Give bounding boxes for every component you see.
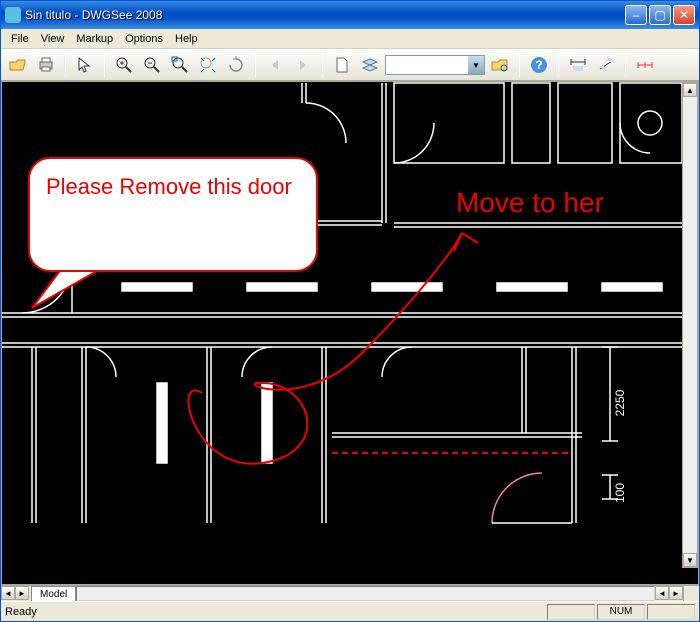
dim-continue-button[interactable]	[632, 52, 658, 78]
text-markup[interactable]: Move to her	[456, 187, 604, 219]
drawing-canvas[interactable]: 2250 100 Please Remove this door Move to…	[1, 81, 699, 585]
zoom-extents-icon	[199, 56, 217, 74]
arrow-right-icon	[294, 56, 312, 74]
browse-button[interactable]	[487, 52, 513, 78]
back-button[interactable]	[262, 52, 288, 78]
tab-model-label: Model	[40, 589, 67, 600]
toolbar-separator	[322, 53, 323, 77]
zoom-out-button[interactable]	[139, 52, 165, 78]
folder-open-icon	[9, 56, 27, 74]
zoom-window-button[interactable]	[167, 52, 193, 78]
layer-combo[interactable]: ▼	[385, 55, 485, 75]
dimension-aligned-icon	[597, 56, 615, 74]
open-button[interactable]	[5, 52, 31, 78]
select-button[interactable]	[72, 52, 98, 78]
toolbar-separator	[255, 53, 256, 77]
title-bar: Sin titulo - DWGSee 2008 – ▢ ✕	[1, 1, 699, 29]
dimension-continue-icon	[636, 56, 654, 74]
help-icon: ?	[530, 56, 548, 74]
printer-icon	[37, 56, 55, 74]
folder-search-icon	[491, 56, 509, 74]
chevron-down-icon: ▼	[468, 56, 484, 74]
toolbar-separator	[558, 53, 559, 77]
toolbar-separator	[625, 53, 626, 77]
menu-help[interactable]: Help	[169, 31, 204, 47]
status-num-lock: NUM	[597, 604, 645, 620]
tab-scroll-row: ◄ ► Model ◄ ►	[1, 585, 699, 601]
scroll-left-button[interactable]: ◄	[655, 586, 669, 600]
menu-file-label: File	[11, 33, 29, 45]
toolbar-separator	[65, 53, 66, 77]
rotate-icon	[227, 56, 245, 74]
speech-bubble-text: Please Remove this door	[46, 174, 292, 199]
close-button[interactable]: ✕	[673, 5, 695, 25]
dim-aligned-button[interactable]	[593, 52, 619, 78]
menu-view[interactable]: View	[35, 31, 71, 47]
scroll-down-button[interactable]: ▼	[683, 553, 697, 567]
zoom-out-icon	[143, 56, 161, 74]
scroll-track[interactable]	[683, 97, 697, 553]
scroll-right-button[interactable]: ►	[669, 586, 683, 600]
zoom-in-icon	[115, 56, 133, 74]
scroll-corner	[683, 586, 699, 601]
scroll-up-button[interactable]: ▲	[683, 83, 697, 97]
app-icon	[5, 7, 21, 23]
menu-options[interactable]: Options	[119, 31, 169, 47]
tab-scroll-right[interactable]: ►	[15, 586, 29, 600]
speech-bubble-markup[interactable]: Please Remove this door	[28, 157, 318, 272]
menu-options-label: Options	[125, 33, 163, 45]
arrow-left-icon	[266, 56, 284, 74]
vertical-scrollbar[interactable]: ▲ ▼	[682, 82, 698, 568]
dim-linear-button[interactable]	[565, 52, 591, 78]
status-bar: Ready NUM	[1, 601, 699, 621]
status-text: Ready	[5, 606, 545, 618]
layers-button[interactable]	[357, 52, 383, 78]
dimension-value: 2250	[613, 389, 627, 416]
zoom-window-icon	[171, 56, 189, 74]
menu-file[interactable]: File	[5, 31, 35, 47]
svg-text:?: ?	[535, 58, 542, 72]
status-box-empty	[647, 604, 695, 620]
tab-scroll-left[interactable]: ◄	[1, 586, 15, 600]
h-scroll-track[interactable]	[76, 586, 655, 601]
toolbar: ▼ ?	[1, 49, 699, 81]
cursor-icon	[76, 56, 94, 74]
rotate-button[interactable]	[223, 52, 249, 78]
menu-markup-label: Markup	[76, 33, 113, 45]
status-box-empty	[547, 604, 595, 620]
menu-markup[interactable]: Markup	[70, 31, 119, 47]
dimension-value: 100	[613, 483, 627, 503]
layers-icon	[361, 56, 379, 74]
menu-view-label: View	[41, 33, 65, 45]
menu-bar: File View Markup Options Help	[1, 29, 699, 49]
zoom-extents-button[interactable]	[195, 52, 221, 78]
print-button[interactable]	[33, 52, 59, 78]
document-button[interactable]	[329, 52, 355, 78]
toolbar-separator	[104, 53, 105, 77]
tab-model[interactable]: Model	[31, 586, 76, 602]
toolbar-separator	[519, 53, 520, 77]
maximize-button[interactable]: ▢	[649, 5, 671, 25]
document-icon	[333, 56, 351, 74]
forward-button[interactable]	[290, 52, 316, 78]
dimension-linear-icon	[569, 56, 587, 74]
window-title: Sin titulo - DWGSee 2008	[25, 8, 623, 22]
menu-help-label: Help	[175, 33, 198, 45]
help-button[interactable]: ?	[526, 52, 552, 78]
minimize-button[interactable]: –	[625, 5, 647, 25]
zoom-in-button[interactable]	[111, 52, 137, 78]
